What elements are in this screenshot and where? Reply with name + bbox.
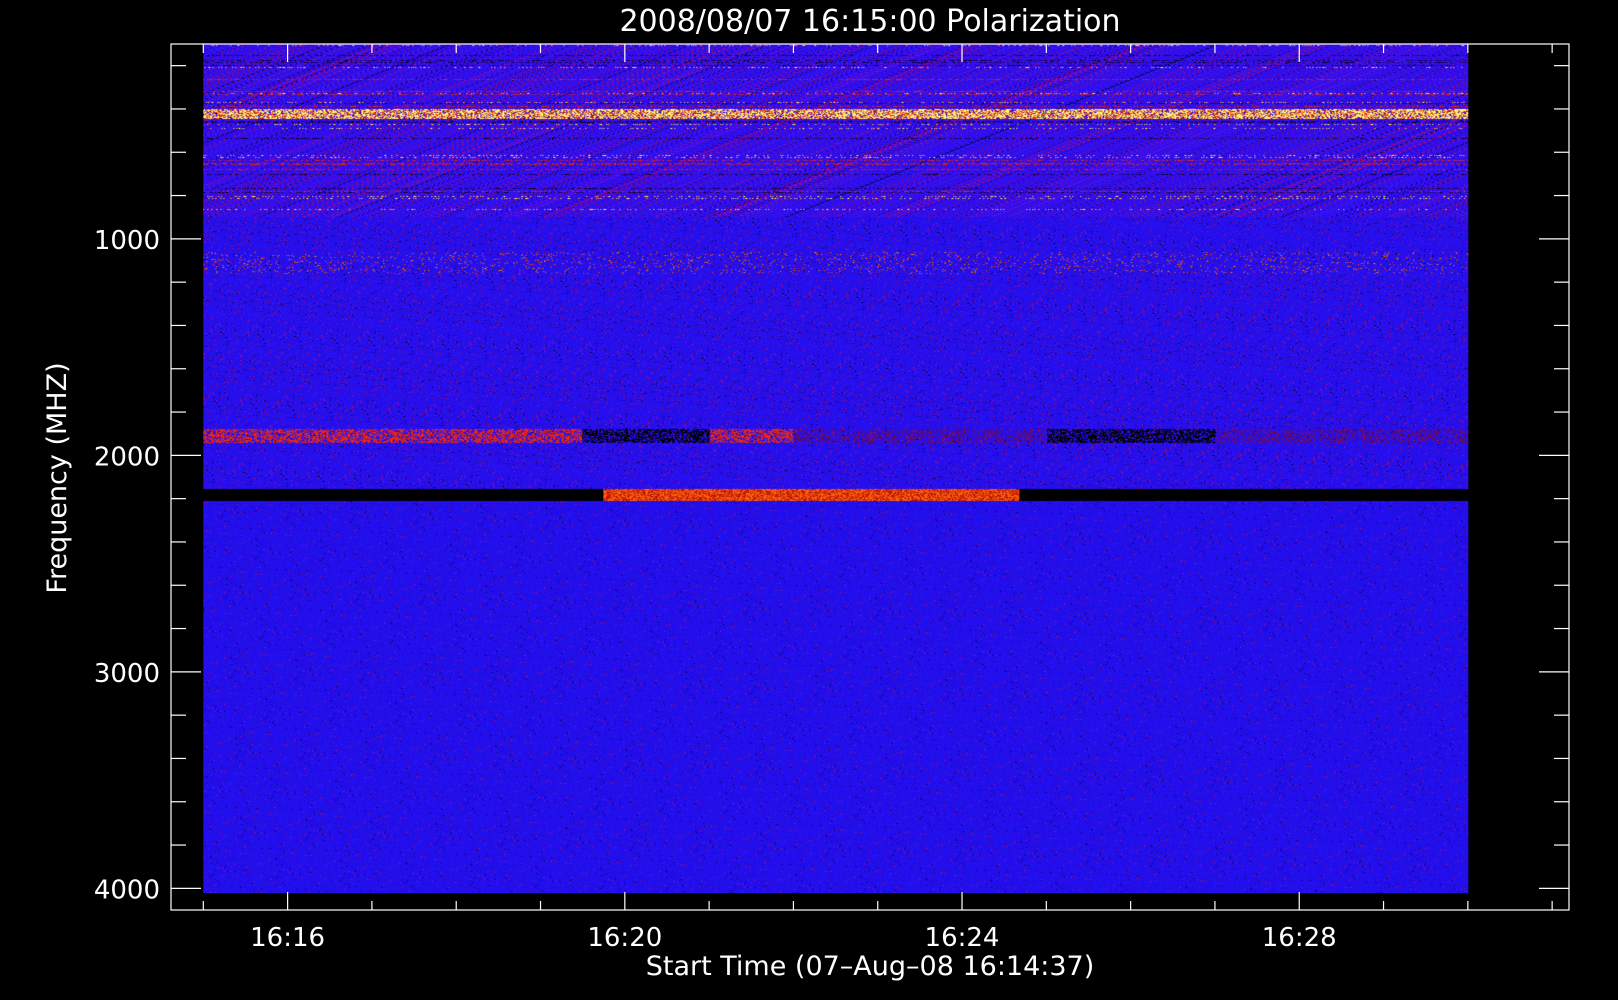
chart-title: 2008/08/07 16:15:00 Polarization bbox=[619, 4, 1120, 39]
polarization-spectrogram: 2008/08/07 16:15:00 Polarization 16:16 16… bbox=[0, 0, 1618, 1000]
y-tick-label: 2000 bbox=[94, 442, 160, 472]
y-axis-label: Frequency (MHZ) bbox=[42, 362, 73, 593]
spectrogram-image bbox=[203, 44, 1469, 893]
x-tick-label: 16:16 bbox=[250, 923, 325, 953]
y-tick-label: 3000 bbox=[94, 659, 160, 689]
y-tick-label: 1000 bbox=[94, 226, 160, 256]
plot-area bbox=[203, 44, 1469, 893]
x-tick-label: 16:24 bbox=[925, 923, 1000, 953]
y-tick-label: 4000 bbox=[94, 875, 160, 905]
x-axis-label: Start Time (07–Aug–08 16:14:37) bbox=[646, 951, 1095, 982]
x-tick-label: 16:20 bbox=[587, 923, 662, 953]
x-tick-label: 16:28 bbox=[1262, 923, 1337, 953]
